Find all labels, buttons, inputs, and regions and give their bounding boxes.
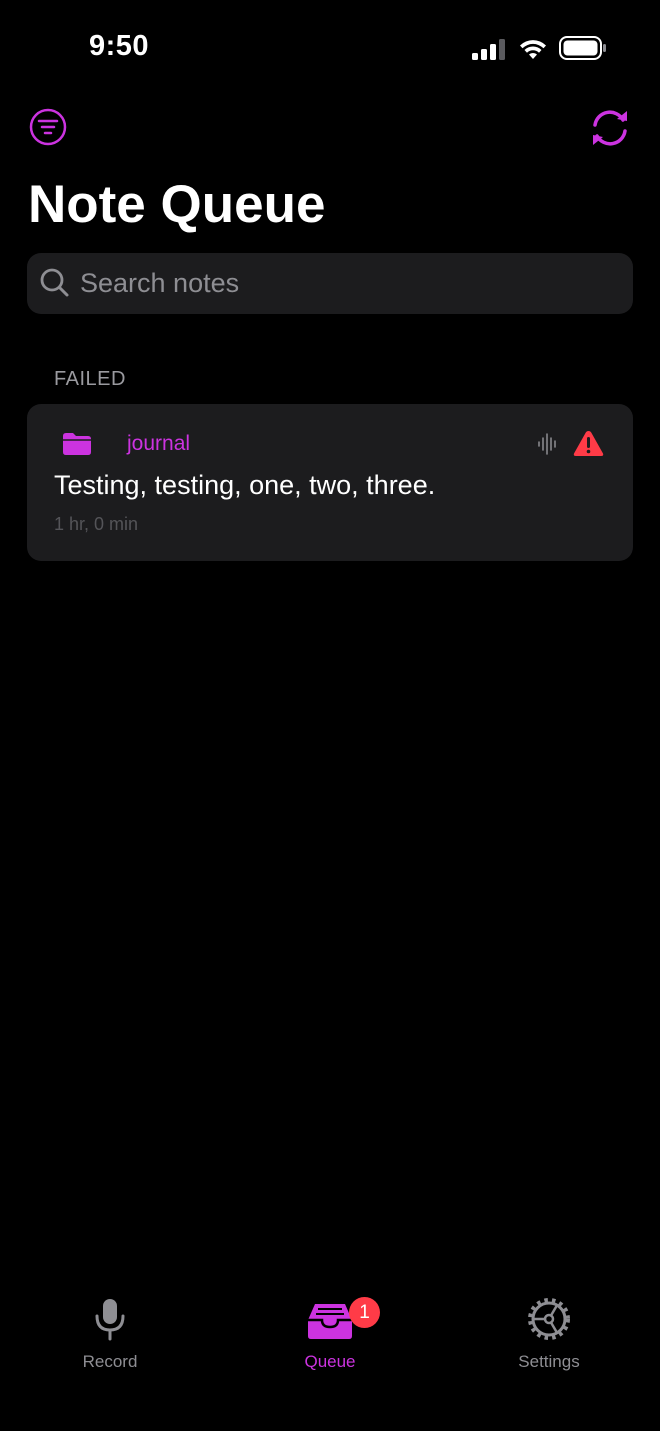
search-icon [40, 268, 69, 297]
status-time: 9:50 [89, 30, 150, 62]
section-header-failed: FAILED [54, 368, 126, 390]
wifi-icon [520, 40, 546, 59]
tab-settings-label: Settings [518, 1352, 580, 1371]
cellular-signal-icon [472, 39, 505, 60]
note-text: Testing, testing, one, two, three. [54, 470, 436, 500]
note-duration: 1 hr, 0 min [54, 514, 139, 534]
queue-count-badge: 1 [349, 1297, 380, 1328]
tab-record-label: Record [82, 1352, 138, 1371]
filter-icon[interactable] [29, 108, 67, 146]
microphone-icon [95, 1299, 125, 1341]
sync-icon[interactable] [587, 105, 633, 151]
tray-icon [308, 1304, 352, 1339]
tab-record[interactable]: Record [30, 1296, 190, 1376]
tab-queue-label: Queue [304, 1352, 356, 1371]
waveform-icon [538, 433, 556, 455]
search-bar[interactable] [27, 253, 633, 314]
page-title: Note Queue [28, 175, 326, 234]
folder-icon [63, 433, 91, 455]
note-card[interactable]: journal Testing, testing, one, two, thre… [27, 404, 633, 561]
battery-icon [559, 36, 606, 60]
search-input[interactable] [80, 253, 610, 314]
warning-icon [573, 431, 604, 456]
note-folder-label: journal [127, 432, 191, 455]
gear-icon [528, 1298, 570, 1340]
tab-queue[interactable]: 1 Queue [250, 1296, 410, 1376]
tab-settings[interactable]: Settings [469, 1296, 629, 1376]
